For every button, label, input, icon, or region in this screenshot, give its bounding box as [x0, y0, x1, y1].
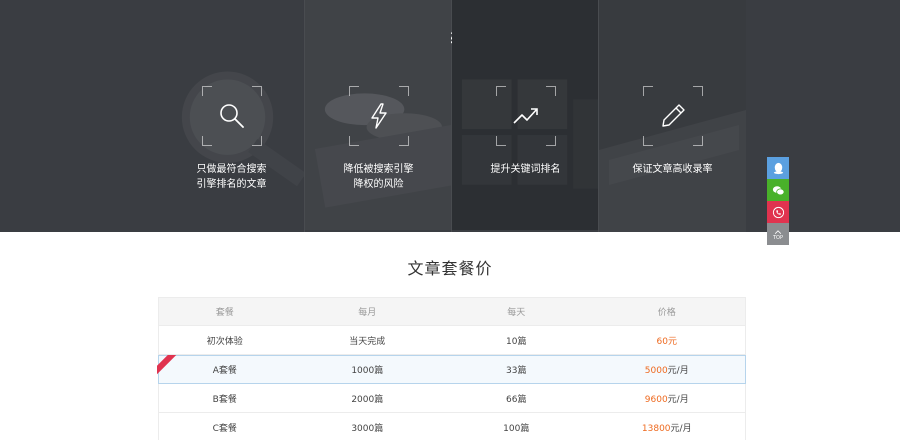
back-to-top-button[interactable]: TOP — [767, 223, 789, 245]
pricing-table: 套餐 每月 每天 价格 初次体验 当天完成 10篇 60元 A套餐 1000篇 … — [158, 297, 746, 440]
top-label: TOP — [772, 234, 783, 241]
price-value: 5000 — [644, 366, 668, 376]
advantage-text: 保证文章高收录率 — [632, 164, 713, 175]
advantage-text: 降低被搜索引擎 降权的风险 — [343, 164, 414, 190]
header-monthly: 每月 — [358, 308, 377, 318]
price-cell: 5000元/月 — [589, 363, 745, 376]
table-row[interactable]: B套餐 2000篇 66篇 9600元/月 — [159, 384, 745, 413]
daily-count: 33篇 — [506, 366, 527, 376]
table-row[interactable]: 初次体验 当天完成 10篇 60元 — [159, 326, 745, 355]
advantage-card-ranking[interactable]: 提升关键词排名 — [452, 0, 599, 232]
daily-count: 10篇 — [506, 336, 527, 347]
daily-count: 100篇 — [503, 423, 530, 434]
qq-icon — [773, 162, 783, 174]
monthly-count: 1000篇 — [351, 366, 384, 376]
price-cell: 13800元/月 — [589, 421, 745, 434]
lightning-icon — [371, 103, 387, 129]
daily-count: 66篇 — [506, 394, 527, 405]
price-value: 13800 — [641, 423, 671, 434]
search-icon — [220, 104, 244, 128]
icon-frame — [496, 86, 556, 146]
table-row[interactable]: C套餐 3000篇 100篇 13800元/月 — [159, 413, 745, 440]
pricing-title: 文章套餐价 — [407, 259, 493, 278]
advantages-section: 我们的文章优势 只做最符合搜索 引擎排名的文章 — [0, 0, 900, 232]
price-cell: 9600元/月 — [589, 392, 745, 405]
monthly-count: 3000篇 — [351, 423, 384, 434]
floating-contact-bar: TOP — [767, 157, 789, 245]
phone-icon — [772, 206, 784, 218]
hot-ribbon — [157, 355, 179, 377]
table-header-row: 套餐 每月 每天 价格 — [159, 297, 745, 326]
icon-frame — [643, 86, 703, 146]
price-cell: 60元 — [589, 334, 745, 347]
price-unit: 元/月 — [667, 394, 689, 405]
monthly-count: 当天完成 — [349, 336, 386, 347]
phone-button[interactable] — [767, 201, 789, 223]
advantage-card-risk[interactable]: 降低被搜索引擎 降权的风险 — [305, 0, 452, 232]
price-unit: 元/月 — [670, 423, 692, 434]
trend-up-icon — [513, 108, 538, 124]
table-row[interactable]: A套餐 1000篇 33篇 5000元/月 — [158, 355, 746, 384]
advantage-text: 只做最符合搜索 引擎排名的文章 — [196, 164, 267, 190]
monthly-count: 2000篇 — [351, 394, 384, 405]
wechat-button[interactable] — [767, 179, 789, 201]
icon-frame — [202, 86, 262, 146]
advantage-cards: 只做最符合搜索 引擎排名的文章 降低被搜索引擎 降权的风险 提升关键词排名 保证… — [158, 0, 746, 232]
header-price: 价格 — [657, 308, 676, 318]
plan-name: C套餐 — [212, 423, 237, 434]
advantage-text: 提升关键词排名 — [490, 164, 561, 175]
qq-button[interactable] — [767, 157, 789, 179]
pencil-icon — [662, 104, 685, 127]
header-plan: 套餐 — [215, 308, 234, 318]
header-daily: 每天 — [507, 308, 526, 318]
price-unit: 元/月 — [667, 366, 689, 376]
wechat-icon — [772, 185, 784, 195]
plan-name: 初次体验 — [206, 336, 243, 347]
price-value: 9600 — [644, 394, 668, 405]
icon-frame — [349, 86, 409, 146]
advantage-card-search[interactable]: 只做最符合搜索 引擎排名的文章 — [158, 0, 305, 232]
price-value: 60 — [656, 336, 668, 347]
price-unit: 元 — [667, 336, 677, 347]
plan-name: B套餐 — [212, 394, 237, 405]
advantage-card-indexing[interactable]: 保证文章高收录率 — [599, 0, 746, 232]
